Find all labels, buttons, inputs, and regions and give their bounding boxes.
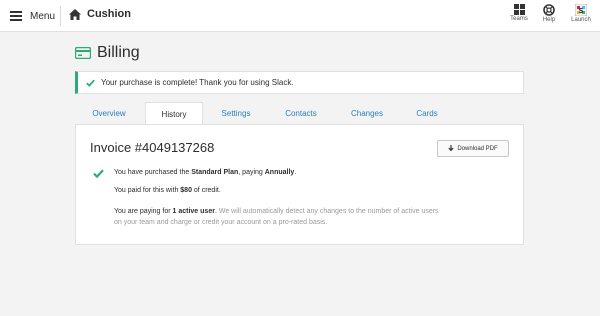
credit-card-icon [75,47,91,59]
team-home-link[interactable]: Cushion [69,8,131,20]
help-label: Help [542,17,556,23]
users-line: You are paying for 1 active user. We wil… [114,208,439,226]
plan-name: Standard Plan [191,169,239,176]
top-bar: Menu Cushion Teams Help S Launch [0,0,600,32]
tab-contacts[interactable]: Contacts [272,102,330,125]
tab-changes[interactable]: Changes [338,102,396,125]
page-title: Billing [97,44,140,61]
invoice-panel: Invoice #4049137268 Download PDF You hav… [75,124,524,245]
teams-icon [513,4,525,15]
tab-cards[interactable]: Cards [406,102,448,125]
launch-label: Launch [571,17,591,23]
tab-overview[interactable]: Overview [75,102,143,125]
download-pdf-button[interactable]: Download PDF [437,140,509,157]
hamburger-icon [10,11,22,21]
billing-heading: Billing [75,44,140,62]
invoice-title: Invoice #4049137268 [90,140,215,155]
success-alert: Your purchase is complete! Thank you for… [75,71,524,94]
payment-line: You paid for this with $80 of credit. [114,187,221,194]
purchase-line: You have purchased the Standard Plan, pa… [114,169,297,176]
teams-button[interactable]: Teams [504,4,534,22]
billing-tabs: Overview History Settings Contacts Chang… [75,102,524,125]
teams-label: Teams [510,16,528,22]
tab-history[interactable]: History [145,102,203,125]
svg-text:S: S [578,7,583,15]
team-name: Cushion [87,8,131,20]
help-icon [543,4,555,16]
check-icon [86,79,95,87]
launch-icon: S [575,4,587,16]
launch-button[interactable]: S Launch [566,4,596,23]
credit-amount: $80 [180,187,192,194]
home-icon [69,8,81,20]
download-icon [448,145,454,152]
tab-settings[interactable]: Settings [208,102,264,125]
check-icon [93,169,104,178]
menu-label: Menu [30,10,56,22]
alert-message: Your purchase is complete! Thank you for… [101,78,294,87]
download-pdf-label: Download PDF [457,145,498,152]
active-user-count: 1 active user [172,208,215,215]
top-divider [60,6,61,26]
menu-button[interactable]: Menu [10,8,55,24]
help-button[interactable]: Help [534,4,564,23]
billing-period: Annually [264,169,295,176]
